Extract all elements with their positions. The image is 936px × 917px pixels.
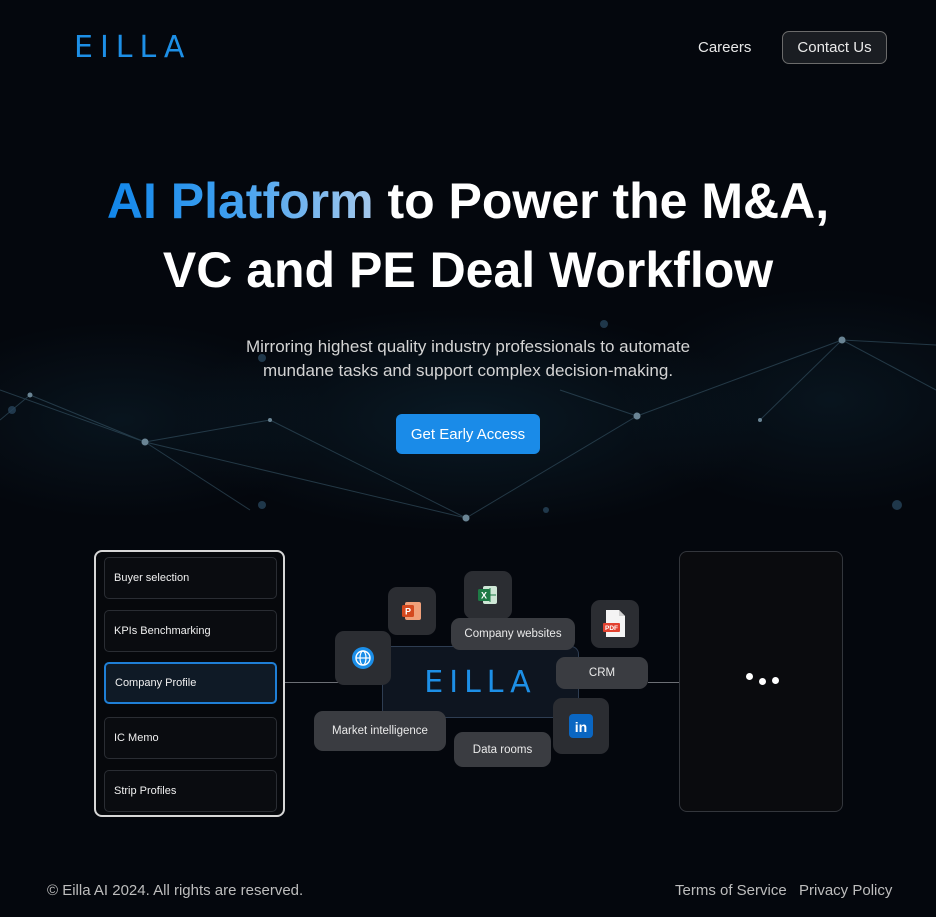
- powerpoint-icon: P: [388, 587, 436, 635]
- contact-us-button[interactable]: Contact Us: [782, 31, 887, 64]
- privacy-policy-link[interactable]: Privacy Policy: [799, 882, 892, 899]
- hero-title-rest: to Power the M&A,: [373, 173, 830, 229]
- task-label: Company Profile: [115, 677, 197, 689]
- eilla-logo[interactable]: EILLA: [74, 30, 191, 65]
- linkedin-icon: in: [553, 698, 609, 754]
- excel-icon: X: [464, 571, 512, 619]
- task-item[interactable]: IC Memo: [104, 717, 277, 759]
- source-market-intelligence: Market intelligence: [314, 711, 446, 751]
- loading-dot: [759, 678, 766, 685]
- hero-title-line2: VC and PE Deal Workflow: [162, 242, 774, 298]
- svg-text:X: X: [481, 591, 487, 601]
- terms-of-service-link[interactable]: Terms of Service: [675, 882, 787, 899]
- connector-right: [648, 682, 679, 683]
- center-logo: EILLA: [424, 664, 537, 700]
- task-label: KPIs Benchmarking: [114, 625, 211, 637]
- task-list-panel: Buyer selection KPIs Benchmarking Compan…: [94, 550, 285, 817]
- footer-copyright: © Eilla AI 2024. All rights are reserved…: [47, 882, 304, 899]
- nav-careers-link[interactable]: Careers: [698, 39, 751, 56]
- linkedin-icon-text: in: [575, 719, 587, 735]
- hero-subtitle-line2: mundane tasks and support complex decisi…: [262, 361, 674, 380]
- globe-icon: [335, 631, 391, 685]
- svg-text:P: P: [405, 607, 411, 617]
- task-item[interactable]: Strip Profiles: [104, 770, 277, 812]
- task-label: Strip Profiles: [114, 785, 177, 797]
- source-crm: CRM: [556, 657, 648, 689]
- task-item-active[interactable]: Company Profile: [104, 662, 277, 704]
- hero-title-line1: AI Platform to Power the M&A,: [0, 172, 936, 230]
- task-item[interactable]: Buyer selection: [104, 557, 277, 599]
- source-data-rooms: Data rooms: [454, 732, 551, 767]
- loading-dot: [746, 673, 753, 680]
- source-company-websites: Company websites: [451, 618, 575, 650]
- task-label: Buyer selection: [114, 572, 190, 584]
- eilla-center-hub: EILLA: [382, 646, 579, 718]
- output-panel: [679, 551, 843, 812]
- hero-subtitle-line1: Mirroring highest quality industry profe…: [245, 337, 691, 356]
- task-label: IC Memo: [114, 732, 159, 744]
- hero-title-accent: AI Platform: [106, 173, 374, 229]
- task-item[interactable]: KPIs Benchmarking: [104, 610, 277, 652]
- pdf-icon: PDF: [591, 600, 639, 648]
- loading-dot: [772, 677, 779, 684]
- get-early-access-button[interactable]: Get Early Access: [396, 414, 540, 454]
- pdf-icon-text: PDF: [605, 625, 618, 632]
